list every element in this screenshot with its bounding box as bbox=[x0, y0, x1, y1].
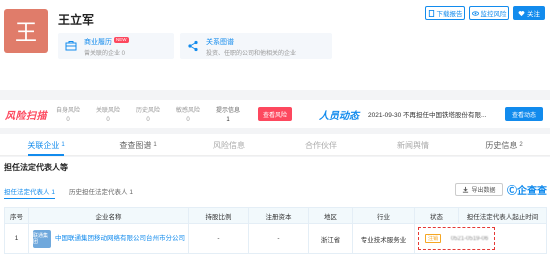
subtab-history-legal-rep[interactable]: 历史担任法定代表人 1 bbox=[69, 186, 133, 196]
tab-label: 查查图谱 bbox=[119, 140, 152, 150]
new-badge: NEW bbox=[114, 37, 129, 43]
subtab-current-legal-rep[interactable]: 担任法定代表人 1 bbox=[4, 186, 55, 199]
row-share: - bbox=[188, 223, 249, 254]
risk-history-count: 0 bbox=[146, 117, 150, 123]
share-icon bbox=[188, 40, 198, 52]
career-title: 商业履历 bbox=[84, 39, 112, 46]
avatar: 王 bbox=[4, 9, 48, 53]
view-dynamics-button[interactable]: 查看动态 bbox=[505, 107, 543, 121]
person-dynamics-logo: 人员动态 bbox=[319, 111, 359, 122]
monitor-risk-label: 监控风险 bbox=[480, 11, 507, 18]
export-data-button[interactable]: 导出数据 bbox=[455, 183, 503, 196]
risk-self-count: 0 bbox=[66, 117, 70, 123]
tab-count: 2 bbox=[519, 142, 523, 148]
subtab-count: 1 bbox=[51, 189, 55, 196]
row-company-cell: 联通集团 中国联通集团移动网络有限公司台州市分公司 bbox=[28, 223, 189, 254]
tab-news[interactable]: 新闻舆情 bbox=[368, 134, 460, 156]
row-region: 浙江省 bbox=[308, 223, 353, 254]
col-index: 序号 bbox=[4, 207, 29, 224]
table-header-row: 序号 企业名称 持股比例 注册资本 地区 行业 状态 担任法定代表人起止时间 bbox=[4, 207, 547, 224]
follow-label: 关注 bbox=[527, 11, 540, 18]
person-name: 王立军 bbox=[58, 13, 95, 27]
qcc-icon: Ⓒ bbox=[507, 186, 517, 197]
tab-graph[interactable]: 查查图谱 1 bbox=[92, 134, 184, 156]
relation-desc: 投资、任职的公司和他相关的企业 bbox=[206, 51, 297, 57]
table-row: 1 联通集团 中国联通集团移动网络有限公司台州市分公司 - - 浙江省 专业技术… bbox=[4, 223, 547, 254]
risk-sensitive[interactable]: 敏感风险 0 bbox=[176, 105, 200, 123]
dynamics-text[interactable]: 2021-09-30 不再担任中国铁塔股份有限... bbox=[368, 109, 498, 119]
heart-icon bbox=[518, 10, 525, 16]
company-name-link[interactable]: 中国联通集团移动网络有限公司台州市分公司 bbox=[55, 234, 185, 243]
row-capital: - bbox=[248, 223, 309, 254]
risk-history-label: 历史风险 bbox=[136, 108, 161, 114]
export-label: 导出数据 bbox=[471, 188, 496, 194]
status-badge: 注销 bbox=[425, 234, 442, 243]
risk-related[interactable]: 关联风险 0 bbox=[96, 105, 120, 123]
download-report-button[interactable]: 下载报告 bbox=[425, 6, 465, 20]
export-icon bbox=[463, 186, 469, 193]
tab-count: 1 bbox=[153, 142, 157, 148]
row-industry: 专业技术服务业 bbox=[352, 223, 415, 254]
period-text: 0521-0519-06 bbox=[450, 236, 489, 242]
risk-bar: 风险扫描 自身风险 0 关联风险 0 历史风险 0 敏感风险 0 提示信息 1 查看风险 … bbox=[0, 100, 550, 128]
risk-self[interactable]: 自身风险 0 bbox=[56, 105, 80, 123]
highlight-box: 注销 0521-0519-06 bbox=[418, 227, 496, 250]
col-region: 地区 bbox=[308, 207, 353, 224]
qcc-logo: Ⓒ企查查 bbox=[507, 182, 547, 197]
risk-related-label: 关联风险 bbox=[96, 108, 121, 114]
person-header: 王 王立军 商业履历 NEW 曾关联的企业 0 关系图谱 投资、任职的公司和他相关… bbox=[0, 0, 550, 90]
subtab-count: 1 bbox=[129, 189, 133, 196]
tab-risk-info[interactable]: 风险信息 bbox=[184, 134, 276, 156]
view-risk-button[interactable]: 查看风险 bbox=[258, 107, 292, 121]
col-capital: 注册资本 bbox=[248, 207, 309, 224]
tab-label: 关联企业 bbox=[27, 140, 60, 150]
eye-icon bbox=[471, 10, 479, 16]
company-logo: 联通集团 bbox=[33, 229, 51, 248]
row-status-period-cell: 注销 0521-0519-06 bbox=[414, 223, 547, 254]
row-index: 1 bbox=[4, 223, 29, 254]
tab-partners[interactable]: 合作伙伴 bbox=[276, 134, 368, 156]
risk-scan-logo: 风险扫描 bbox=[5, 111, 47, 122]
tab-label: 历史信息 bbox=[485, 140, 518, 150]
risk-related-count: 0 bbox=[106, 117, 110, 123]
risk-sensitive-label: 敏感风险 bbox=[176, 108, 201, 114]
risk-hint-count: 1 bbox=[226, 117, 230, 123]
subtab-label: 历史担任法定代表人 bbox=[69, 189, 128, 196]
legal-rep-section: 担任法定代表人等 担任法定代表人 1 历史担任法定代表人 1 导出数据 Ⓒ企查查… bbox=[0, 157, 550, 257]
subtab-label: 担任法定代表人 bbox=[4, 189, 50, 196]
tab-history[interactable]: 历史信息 2 bbox=[458, 134, 550, 156]
col-status: 状态 bbox=[414, 207, 459, 224]
relation-title: 关系图谱 bbox=[206, 39, 234, 46]
qcc-brand: 企查查 bbox=[517, 186, 547, 197]
risk-sensitive-count: 0 bbox=[186, 117, 190, 123]
tab-label: 风险信息 bbox=[213, 140, 245, 150]
career-card[interactable]: 商业履历 NEW 曾关联的企业 0 bbox=[58, 33, 174, 59]
document-icon bbox=[428, 9, 434, 17]
col-period: 担任法定代表人起止时间 bbox=[458, 207, 547, 224]
col-industry: 行业 bbox=[352, 207, 415, 224]
career-desc: 曾关联的企业 0 bbox=[84, 51, 126, 57]
download-report-label: 下载报告 bbox=[436, 11, 463, 18]
col-share: 持股比例 bbox=[188, 207, 249, 224]
tab-label: 新闻舆情 bbox=[397, 140, 429, 150]
risk-history[interactable]: 历史风险 0 bbox=[136, 105, 160, 123]
tab-label: 合作伙伴 bbox=[305, 140, 337, 150]
section-title: 担任法定代表人等 bbox=[4, 163, 68, 172]
relation-card[interactable]: 关系图谱 投资、任职的公司和他相关的企业 bbox=[180, 33, 332, 59]
tab-related-companies[interactable]: 关联企业 1 bbox=[0, 134, 92, 156]
risk-hint[interactable]: 提示信息 1 bbox=[216, 105, 240, 123]
monitor-risk-button[interactable]: 监控风险 bbox=[469, 6, 509, 20]
col-company: 企业名称 bbox=[28, 207, 189, 224]
main-tabs: 关联企业 1 查查图谱 1 风险信息 合作伙伴 新闻舆情 历史信息 2 bbox=[0, 134, 550, 156]
risk-hint-label: 提示信息 bbox=[216, 108, 241, 114]
briefcase-icon bbox=[65, 41, 77, 51]
follow-button[interactable]: 关注 bbox=[513, 6, 545, 20]
tab-count: 1 bbox=[61, 142, 65, 148]
legal-rep-table: 序号 企业名称 持股比例 注册资本 地区 行业 状态 担任法定代表人起止时间 1… bbox=[4, 207, 547, 254]
risk-self-label: 自身风险 bbox=[56, 108, 81, 114]
